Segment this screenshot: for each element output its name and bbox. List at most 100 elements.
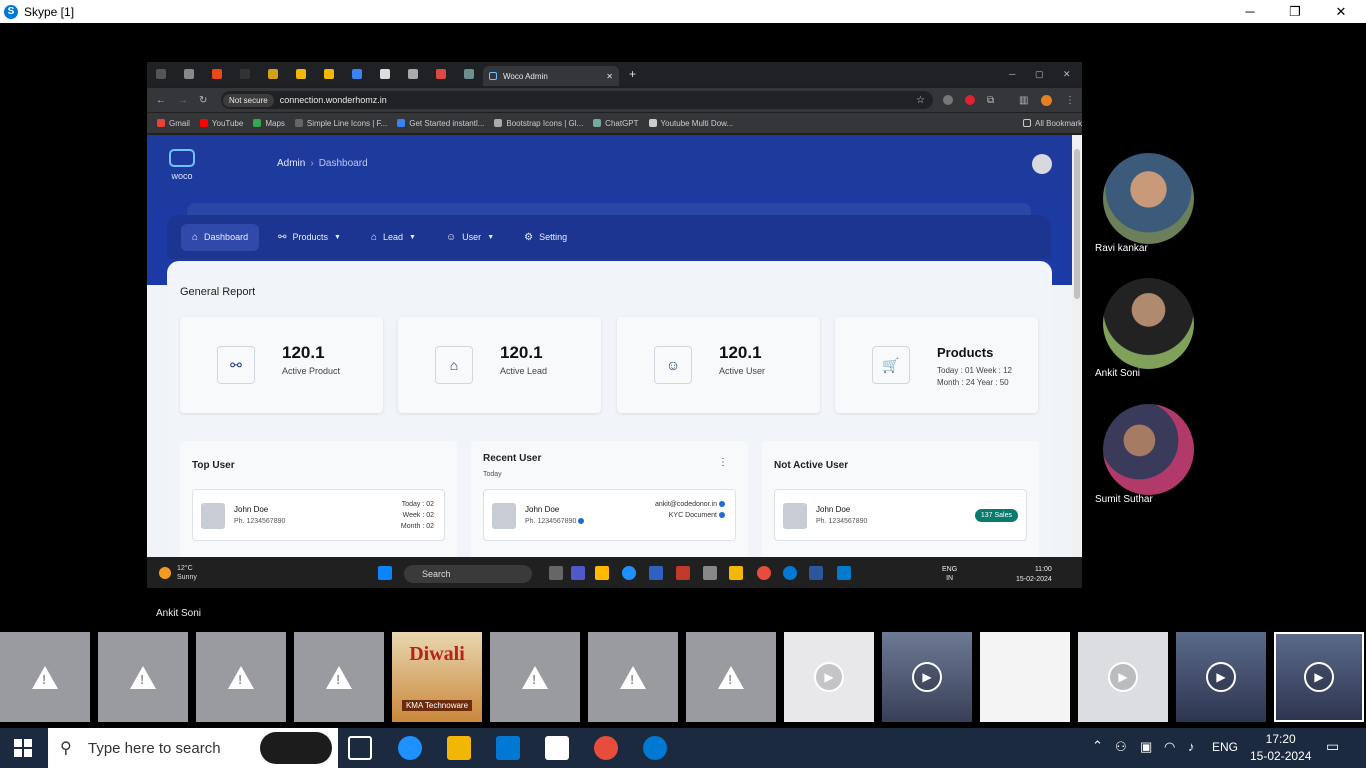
language-indicator[interactable]: ENG	[1212, 740, 1238, 754]
restore-button[interactable]: ❐	[1272, 0, 1318, 23]
tab-icon[interactable]	[296, 69, 306, 79]
browser-restore-icon[interactable]: ▢	[1035, 69, 1044, 80]
filezilla-icon[interactable]	[676, 566, 690, 580]
video-thumbnail[interactable]: ▶	[784, 632, 874, 722]
video-thumbnail[interactable]: ▶	[882, 632, 972, 722]
wifi-icon[interactable]: ◠	[1164, 739, 1175, 755]
menu-kebab-icon[interactable]: ⋮	[1065, 95, 1075, 106]
stat-card-products[interactable]: 🛒 Products Today : 01 Week : 12 Month : …	[835, 317, 1038, 413]
extension-icon[interactable]	[965, 95, 975, 105]
word-icon[interactable]	[809, 566, 823, 580]
skype-icon[interactable]	[643, 736, 667, 760]
close-tab-icon[interactable]: ✕	[606, 72, 613, 81]
chrome-icon[interactable]	[594, 736, 618, 760]
tab-icon[interactable]	[352, 69, 362, 79]
url-field[interactable]: Not secure connection.wonderhomz.in ☆	[221, 91, 933, 109]
network-icon[interactable]: ⚇	[1115, 739, 1127, 755]
tab-icon[interactable]	[436, 69, 446, 79]
back-icon[interactable]: ←	[156, 95, 166, 106]
extension-icon[interactable]	[943, 95, 953, 105]
remote-language[interactable]: ENG IN	[942, 565, 957, 583]
edge-icon[interactable]	[622, 566, 636, 580]
tab-icon[interactable]	[380, 69, 390, 79]
volume-icon[interactable]: ♪	[1188, 739, 1195, 754]
stat-card-active-lead[interactable]: ⌂ 120.1 Active Lead	[398, 317, 601, 413]
edge-icon[interactable]	[398, 736, 422, 760]
list-item[interactable]: John Doe Ph. 1234567890 137 Sales	[774, 489, 1027, 541]
media-thumbnail[interactable]	[588, 632, 678, 722]
app-icon[interactable]	[649, 566, 663, 580]
search-input[interactable]: ⚲ Type here to search	[48, 728, 338, 768]
nav-lead[interactable]: ⌂ Lead ▼	[360, 224, 427, 251]
nav-dashboard[interactable]: ⌂ Dashboard	[181, 223, 260, 251]
scrollbar[interactable]	[1072, 135, 1082, 557]
breadcrumb-admin[interactable]: Admin	[277, 158, 305, 169]
skype-icon[interactable]	[783, 566, 797, 580]
store-icon[interactable]	[595, 566, 609, 580]
copilot-icon[interactable]	[260, 732, 332, 764]
tab-list-icon[interactable]	[156, 69, 166, 79]
file-explorer-icon[interactable]	[447, 736, 471, 760]
bookmark-chatgpt[interactable]: ChatGPT	[593, 119, 639, 128]
browser-close-icon[interactable]: ✕	[1063, 69, 1071, 80]
bookmark-star-icon[interactable]: ☆	[916, 95, 925, 106]
participant-photo-ravi[interactable]	[1103, 153, 1194, 244]
media-thumbnail[interactable]	[0, 632, 90, 722]
nav-setting[interactable]: ⚙ Setting	[513, 224, 578, 251]
participant-photo-ankit[interactable]	[1103, 278, 1194, 369]
nav-products[interactable]: ⚯ Products ▼	[267, 224, 352, 251]
tab-woco-admin[interactable]: Woco Admin ✕	[483, 66, 619, 86]
meet-icon[interactable]: ▣	[1140, 739, 1152, 755]
list-item[interactable]: John Doe Ph. 1234567890 Today : 02 Week …	[192, 489, 445, 541]
tab-icon[interactable]	[184, 69, 194, 79]
clock[interactable]: 17:20 15-02-2024	[1250, 731, 1311, 765]
app-icon[interactable]	[703, 566, 717, 580]
remote-clock[interactable]: 11:00 15-02-2024	[1016, 565, 1052, 585]
woco-logo[interactable]: woco	[167, 149, 197, 181]
media-thumbnail[interactable]	[686, 632, 776, 722]
bookmark-gmail[interactable]: Gmail	[157, 119, 190, 128]
bookmark-youtube-multi[interactable]: Youtube Multi Dow...	[648, 119, 733, 128]
list-item[interactable]: John Doe Ph. 1234567890 ankit@codedonor.…	[483, 489, 736, 541]
chevron-up-icon[interactable]: ⌃	[1092, 738, 1103, 754]
bookmark-simple-line-icons[interactable]: Simple Line Icons | F...	[294, 119, 387, 128]
close-button[interactable]: ✕	[1318, 0, 1364, 23]
participant-photo-sumit[interactable]	[1103, 404, 1194, 495]
teams-icon[interactable]	[571, 566, 585, 580]
image-thumbnail[interactable]	[980, 632, 1070, 722]
tab-icon[interactable]	[464, 69, 474, 79]
reload-icon[interactable]: ↻	[199, 95, 207, 106]
store-icon[interactable]	[496, 736, 520, 760]
media-thumbnail[interactable]	[294, 632, 384, 722]
tab-icon[interactable]	[408, 69, 418, 79]
profile-icon[interactable]	[1041, 94, 1052, 106]
chrome-icon[interactable]	[757, 566, 771, 580]
nav-user[interactable]: ☺ User ▼	[435, 224, 505, 251]
media-thumbnail[interactable]	[196, 632, 286, 722]
minimize-button[interactable]: ─	[1227, 0, 1273, 23]
video-thumbnail[interactable]: ▶	[1078, 632, 1168, 722]
all-bookmarks[interactable]: All Bookmarks	[1023, 119, 1082, 128]
not-secure-badge[interactable]: Not secure	[223, 93, 274, 107]
folder-icon[interactable]	[729, 566, 743, 580]
tab-icon[interactable]	[212, 69, 222, 79]
taskview-icon[interactable]	[549, 566, 563, 580]
bookmark-maps[interactable]: Maps	[253, 119, 285, 128]
mail-icon[interactable]	[545, 736, 569, 760]
browser-minimize-icon[interactable]: ─	[1009, 69, 1015, 79]
bookmark-bootstrap-icons[interactable]: Bootstrap Icons | Gl...	[494, 119, 583, 128]
tab-icon[interactable]	[268, 69, 278, 79]
tab-icon[interactable]	[324, 69, 334, 79]
sidepanel-icon[interactable]: ▥	[1019, 95, 1028, 106]
windows-start-icon[interactable]	[378, 566, 392, 580]
vscode-icon[interactable]	[837, 566, 851, 580]
notification-icon[interactable]: ▭	[1326, 738, 1339, 755]
bookmark-get-started[interactable]: Get Started instantl...	[397, 119, 484, 128]
bookmark-youtube[interactable]: YouTube	[199, 119, 243, 128]
video-thumbnail[interactable]: ▶	[1176, 632, 1266, 722]
media-thumbnail[interactable]	[490, 632, 580, 722]
media-thumbnail[interactable]	[98, 632, 188, 722]
windows-start-icon[interactable]	[14, 739, 32, 757]
new-tab-icon[interactable]: +	[629, 67, 636, 81]
taskview-icon[interactable]	[348, 736, 372, 760]
